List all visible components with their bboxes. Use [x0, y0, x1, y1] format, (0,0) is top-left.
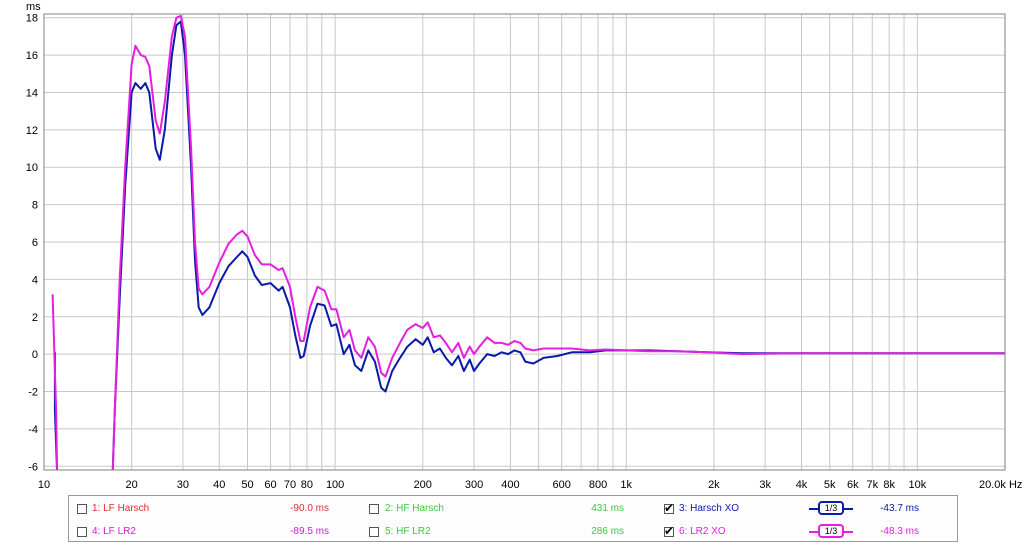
legend-value-lr2-xo: -48.3 ms: [880, 526, 919, 537]
legend-panel: ✔ 1: LF Harsch -90.0 ms ✔ 2: HF Harsch 4…: [68, 495, 958, 542]
x-tick-label: 70: [284, 479, 296, 490]
checkbox-harsch-xo[interactable]: ✔: [664, 501, 674, 515]
x-tick-label: 400: [501, 479, 519, 490]
group-delay-chart: 181614121086420-2-4-6ms10 20 30 40 50 60 70 80 1…: [26, 1, 1023, 490]
smoothing-button-lr2-xo[interactable]: 1/3: [818, 524, 844, 538]
x-tick-label: 10: [38, 479, 50, 490]
x-tick-label: 20: [126, 479, 138, 490]
y-axis-label: ms: [26, 1, 41, 13]
legend-label-lf-lr2[interactable]: 4: LF LR2: [92, 526, 136, 538]
legend-label-harsch-xo[interactable]: 3: Harsch XO: [679, 503, 739, 515]
y-tick-label: 2: [32, 312, 38, 324]
x-tick-label: 4k: [796, 479, 808, 490]
x-tick-label: 30: [177, 479, 189, 490]
x-tick-label: 60: [264, 479, 276, 490]
legend-label-hf-lr2[interactable]: 5: HF LR2: [385, 526, 431, 538]
x-tick-label: 80: [301, 479, 313, 490]
x-tick-label: 50: [241, 479, 253, 490]
x-tick-label: 200: [414, 479, 432, 490]
y-tick-label: 16: [26, 50, 38, 62]
x-tick-label: 7k: [866, 479, 878, 490]
x-tick-label: 8k: [883, 479, 895, 490]
x-tick-label: 800: [589, 479, 607, 490]
y-tick-label: 8: [32, 200, 38, 212]
legend-value-hf-harsch: 431 ms: [591, 503, 624, 514]
legend-label-lr2-xo[interactable]: 6: LR2 XO: [679, 526, 726, 538]
y-tick-label: 4: [32, 274, 38, 286]
y-tick-label: -2: [28, 387, 38, 399]
x-tick-label: 40: [213, 479, 225, 490]
y-tick-label: 12: [26, 125, 38, 137]
x-tick-label: 3k: [759, 479, 771, 490]
x-tick-label: 10k: [908, 479, 926, 490]
x-tick-label: 1k: [620, 479, 632, 490]
y-tick-label: 10: [26, 162, 38, 174]
y-tick-label: 6: [32, 237, 38, 249]
y-tick-label: 14: [26, 87, 38, 99]
legend-label-lf-harsch[interactable]: 1: LF Harsch: [92, 503, 149, 515]
legend-value-hf-lr2: 286 ms: [591, 526, 624, 537]
y-tick-label: 0: [32, 349, 38, 361]
checkbox-hf-harsch[interactable]: ✔: [369, 504, 379, 514]
y-tick-label: 18: [26, 13, 38, 25]
smoothing-button-harsch-xo[interactable]: 1/3: [818, 501, 844, 515]
legend-value-harsch-xo: -43.7 ms: [880, 503, 919, 514]
legend-value-lf-lr2: -89.5 ms: [290, 526, 329, 537]
x-tick-label: 600: [552, 479, 570, 490]
y-tick-label: -6: [28, 461, 38, 473]
checkbox-hf-lr2[interactable]: ✔: [369, 527, 379, 537]
x-tick-label: 100: [326, 479, 344, 490]
checkbox-lr2-xo[interactable]: ✔: [664, 524, 674, 538]
legend-value-lf-harsch: -90.0 ms: [290, 503, 329, 514]
x-tick-label: 6k: [847, 479, 859, 490]
legend-label-hf-harsch[interactable]: 2: HF Harsch: [385, 503, 444, 515]
x-tick-label: 2k: [708, 479, 720, 490]
checkbox-lf-lr2[interactable]: ✔: [77, 527, 87, 537]
x-tick-label: 300: [465, 479, 483, 490]
y-tick-label: -4: [28, 424, 38, 436]
x-tick-label: 5k: [824, 479, 836, 490]
x-tick-label: 20.0k Hz: [979, 479, 1022, 490]
checkbox-lf-harsch[interactable]: ✔: [77, 504, 87, 514]
